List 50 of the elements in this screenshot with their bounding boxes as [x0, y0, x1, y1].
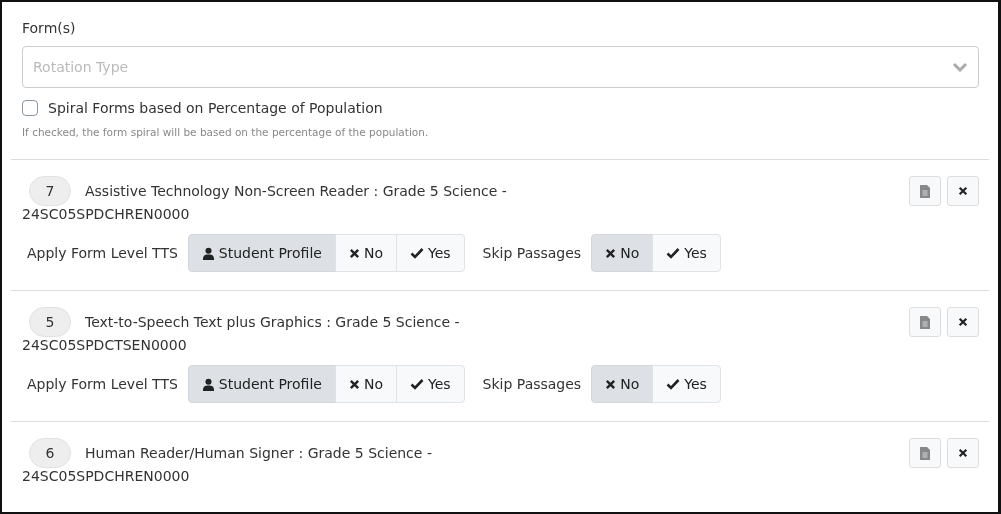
remove-button[interactable] [947, 307, 979, 337]
option-button[interactable]: Yes [396, 365, 465, 403]
setting-label: Skip Passages [482, 376, 582, 392]
document-icon [920, 184, 930, 198]
remove-button[interactable] [947, 438, 979, 468]
check-icon [666, 378, 681, 390]
option-button[interactable]: No [334, 234, 397, 272]
form-title: Human Reader/Human Signer : Grade 5 Science - [85, 445, 432, 461]
close-icon [605, 247, 617, 259]
check-icon [666, 247, 681, 259]
close-icon [958, 186, 968, 196]
form-code: 24SC05SPDCTSEN0000 [22, 337, 188, 353]
document-button[interactable] [909, 307, 941, 337]
option-button[interactable]: Yes [652, 234, 721, 272]
option-button[interactable]: Student Profile [187, 365, 336, 403]
remove-button[interactable] [947, 176, 979, 206]
chevron-down-icon [952, 62, 968, 72]
option-button[interactable]: Yes [396, 234, 465, 272]
form-title: Text-to-Speech Text plus Graphics : Grade 5 Science - [85, 314, 460, 330]
option-button[interactable]: No [591, 234, 654, 272]
user-icon [201, 377, 215, 391]
document-icon [920, 446, 930, 460]
setting-label: Apply Form Level TTS [27, 245, 178, 261]
checkbox-label: Spiral Forms based on Percentage of Population [48, 100, 383, 116]
option-button[interactable]: No [334, 365, 397, 403]
document-button[interactable] [909, 176, 941, 206]
option-button[interactable]: No [591, 365, 654, 403]
close-icon [348, 247, 360, 259]
close-icon [958, 448, 968, 458]
checkbox[interactable] [22, 100, 38, 116]
count-badge: 7 [29, 176, 71, 206]
document-button[interactable] [909, 438, 941, 468]
hint-text: If checked, the form spiral will be based on the percentage of the population. [22, 126, 429, 138]
count-badge: 5 [29, 307, 71, 337]
close-icon [958, 317, 968, 327]
option-button[interactable]: Yes [652, 365, 721, 403]
field-label: Form(s) [22, 20, 76, 36]
check-icon [410, 378, 424, 390]
close-icon [348, 378, 360, 390]
check-icon [410, 247, 424, 259]
count-badge: 6 [29, 438, 71, 468]
setting-label: Apply Form Level TTS [27, 376, 178, 392]
option-button[interactable]: Student Profile [187, 234, 336, 272]
form-code: 24SC05SPDCHREN0000 [22, 206, 191, 222]
user-icon [201, 246, 215, 260]
document-icon [920, 315, 930, 329]
form-title: Assistive Technology Non-Screen Reader : Grade 5 Science - [85, 183, 507, 199]
close-icon [605, 378, 617, 390]
form-code: 24SC05SPDCHREN0000 [22, 468, 191, 484]
setting-label: Skip Passages [482, 245, 582, 261]
